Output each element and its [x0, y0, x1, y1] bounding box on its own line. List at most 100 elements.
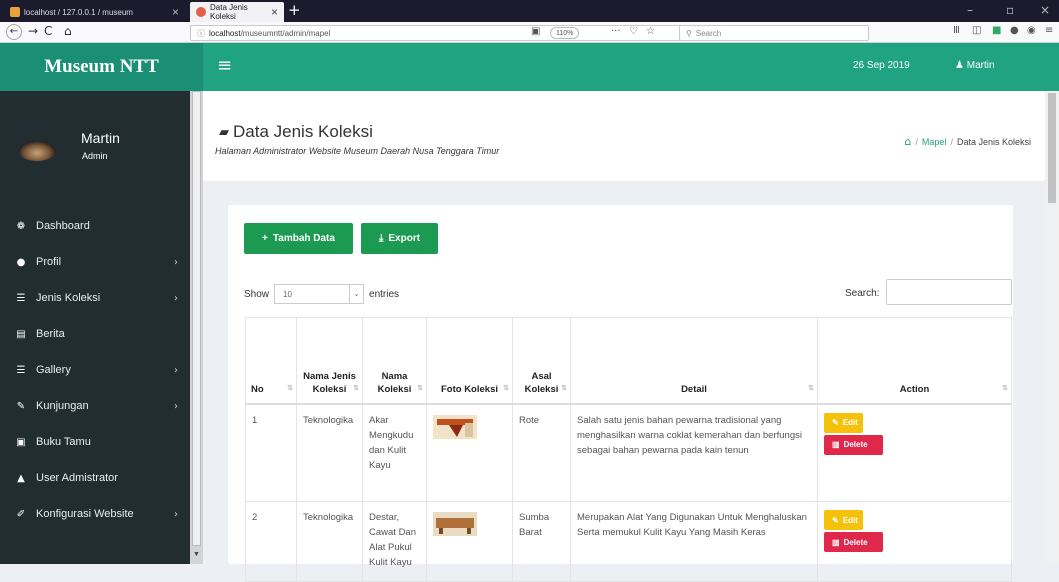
home-button[interactable]: ⌂ — [64, 24, 72, 38]
browser-tab-phpmyadmin[interactable]: localhost / 127.0.0.1 / museum × — [4, 2, 185, 22]
reload-button[interactable]: C — [44, 24, 52, 38]
header-user-name: Martin — [966, 60, 995, 71]
sidebar-item-dashboard[interactable]: ❁ Dashboard — [0, 216, 190, 236]
column-header-nama-jenis[interactable]: Nama Jenis Koleksi ⇅ — [296, 317, 363, 405]
column-header-nama-koleksi[interactable]: Nama Koleksi ⇅ — [362, 317, 427, 405]
sort-icon: ⇅ — [417, 384, 423, 392]
sidebar-item-berita[interactable]: ▤ Berita — [0, 324, 190, 344]
extension-icon[interactable]: ■ — [992, 25, 1001, 36]
breadcrumb-current: Data Jenis Koleksi — [956, 136, 1031, 147]
sidebar-item-label: Gallery — [36, 364, 71, 376]
sort-icon: ⇅ — [808, 384, 814, 392]
info-circle-icon: ● — [16, 256, 26, 268]
hamburger-menu-icon[interactable]: ≡ — [1045, 25, 1053, 36]
close-tab-icon[interactable]: × — [172, 5, 179, 19]
breadcrumb-link-mapel[interactable]: Mapel — [922, 137, 947, 147]
column-label: Asal Koleksi — [524, 370, 559, 395]
export-button[interactable]: ⤓ Export — [361, 223, 438, 254]
extension-3-icon[interactable]: ◉ — [1027, 25, 1036, 36]
edit-button[interactable]: ✎ Edit — [824, 510, 863, 530]
zoom-level[interactable]: 110% — [550, 27, 580, 39]
scrollbar-thumb[interactable] — [1048, 93, 1056, 203]
column-header-detail[interactable]: Detail ⇅ — [570, 317, 818, 405]
sort-icon: ⇅ — [503, 384, 509, 392]
scrollbar-thumb[interactable] — [192, 91, 201, 546]
url-bar[interactable]: ⓘ localhost /museumntt/admin/mapel ▣ 110… — [190, 25, 869, 41]
cell-foto — [426, 501, 513, 582]
delete-button[interactable]: ▥ Delete — [824, 434, 883, 455]
pocket-icon[interactable]: ♡ — [629, 26, 638, 37]
site-favicon-icon — [196, 7, 206, 17]
collection-photo — [433, 414, 477, 439]
window-close-icon[interactable]: × — [1040, 3, 1050, 17]
bookmark-star-icon[interactable]: ☆ — [646, 26, 655, 37]
entries-select[interactable]: 10 ⌄ — [274, 284, 365, 304]
back-button[interactable]: ← — [6, 24, 22, 40]
column-label: No — [251, 383, 264, 395]
app-logo[interactable]: Museum NTT — [0, 43, 203, 91]
export-label: Export — [388, 233, 421, 244]
page-title-text: Data Jenis Koleksi — [233, 122, 373, 141]
chevron-down-icon: ⌄ — [349, 285, 363, 303]
sidebar-item-label: Jenis Koleksi — [36, 292, 101, 304]
sidebar-item-user-admistrator[interactable]: ▲ User Admistrator — [0, 468, 190, 488]
add-data-label: Tambah Data — [272, 233, 335, 244]
page-header: ▰ Data Jenis Koleksi Halaman Administrat… — [203, 91, 1045, 181]
sidebar-item-jenis-koleksi[interactable]: ☰ Jenis Koleksi › — [0, 288, 190, 308]
header-user-menu[interactable]: ♟ Martin — [955, 60, 995, 71]
list-icon: ☰ — [16, 292, 26, 304]
cell-foto — [426, 403, 513, 502]
forward-button[interactable]: → — [28, 24, 38, 38]
chevron-right-icon: › — [174, 400, 178, 412]
delete-button[interactable]: ▥ Delete — [824, 532, 883, 552]
cell-asal: Sumba Barat — [512, 501, 571, 582]
page-actions-icon[interactable]: ··· — [611, 26, 621, 37]
column-header-foto[interactable]: Foto Koleksi ⇅ — [426, 317, 513, 405]
restore-icon[interactable]: ▫ — [1006, 3, 1014, 17]
sidebar-item-profil[interactable]: ● Profil › — [0, 252, 190, 272]
add-data-button[interactable]: + Tambah Data — [244, 223, 353, 254]
plus-icon: + — [262, 233, 268, 244]
sidebar-toggle-icon[interactable]: ◫ — [972, 25, 981, 36]
sidebar-item-buku-tamu[interactable]: ▣ Buku Tamu — [0, 432, 190, 452]
browser-nav-bar: ← → C ⌂ ⓘ localhost /museumntt/admin/map… — [0, 22, 1059, 43]
show-label: Show — [244, 288, 270, 300]
home-icon[interactable]: ⌂ — [904, 135, 911, 148]
wrench-icon: ✐ — [16, 508, 26, 520]
sidebar-toggle-button[interactable]: ≡ — [217, 55, 232, 76]
cell-jenis: Teknologika — [296, 403, 363, 502]
table-row: 2 Teknologika Destar, Cawat Dan Alat Puku… — [245, 501, 1012, 582]
sidebar: Martin Admin ❁ Dashboard ● Profil › ☰ Jenis … — [0, 91, 203, 564]
sidebar-item-kunjungan[interactable]: ✎ Kunjungan › — [0, 396, 190, 416]
library-icon[interactable]: Ⅲ — [953, 25, 960, 36]
browser-tab-active[interactable]: Data Jenis Koleksi × — [190, 2, 284, 22]
sort-icon: ⇅ — [287, 384, 293, 392]
scroll-down-icon[interactable]: ▼ — [193, 551, 200, 558]
header-date: 26 Sep 2019 — [853, 60, 910, 71]
info-icon[interactable]: ⓘ — [197, 28, 205, 39]
reader-view-icon[interactable]: ▣ — [531, 26, 540, 37]
entries-label: entries — [369, 288, 400, 300]
extension-2-icon[interactable]: ● — [1010, 25, 1019, 36]
sidebar-scrollbar[interactable]: ▼ — [190, 91, 203, 564]
phpmyadmin-favicon-icon — [10, 7, 20, 17]
breadcrumb-separator: / — [950, 136, 953, 147]
user-icon: ♟ — [955, 60, 967, 71]
column-header-no[interactable]: No ⇅ — [245, 317, 297, 405]
edit-button[interactable]: ✎ Edit — [824, 412, 863, 433]
page-scrollbar[interactable] — [1045, 91, 1059, 564]
close-tab-icon[interactable]: × — [271, 5, 278, 19]
minimize-icon[interactable]: – — [967, 3, 973, 17]
table-search-input[interactable] — [886, 279, 1012, 305]
browser-search-input[interactable]: ⚲ Search — [679, 25, 869, 41]
column-header-action[interactable]: Action ⇅ — [817, 317, 1012, 405]
page-title: ▰ Data Jenis Koleksi — [219, 122, 373, 142]
column-header-asal[interactable]: Asal Koleksi ⇅ — [512, 317, 571, 405]
sidebar-item-konfigurasi-website[interactable]: ✐ Konfigurasi Website › — [0, 504, 190, 524]
chevron-right-icon: › — [174, 364, 178, 376]
sidebar-item-gallery[interactable]: ☰ Gallery › — [0, 360, 190, 380]
cell-nama: Akar Mengkudu dan Kulit Kayu — [362, 403, 427, 502]
delete-label: Delete — [843, 537, 868, 547]
pin-icon: ✎ — [16, 400, 26, 412]
new-tab-button[interactable]: + — [288, 1, 301, 19]
